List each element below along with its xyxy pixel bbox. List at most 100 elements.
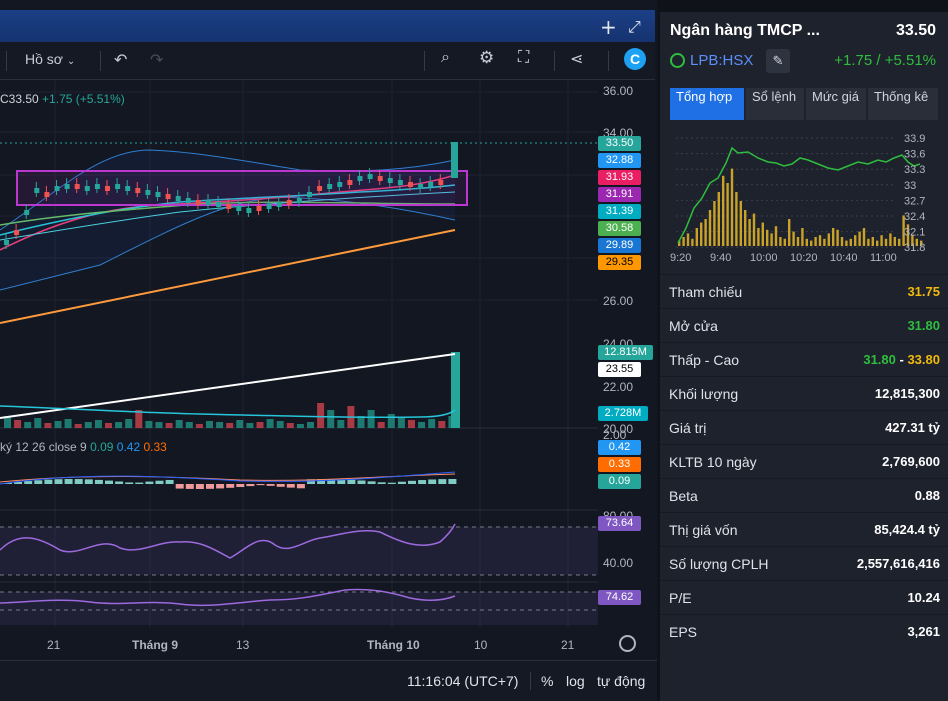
mini-volume-bar [695,228,698,246]
price-chart[interactable] [0,80,657,660]
gear-icon[interactable]: ⚙ [479,48,494,68]
candle-body [145,190,151,195]
macd-bar [357,480,366,484]
stats-row: Khối lượng 12,815,300 [660,376,948,410]
stats-label: Khối lượng [669,386,739,402]
axis-settings-icon[interactable] [619,635,636,652]
mini-volume-bar [744,210,747,246]
tab-label: Thống kê [874,89,929,104]
candle-body [165,194,171,199]
candle-body [307,192,312,197]
price-tag: 32.88 [598,153,641,168]
price-tag: 31.39 [598,204,641,219]
tab-overview[interactable]: Tổng hợp [670,88,744,120]
x-axis-label: Tháng 10 [367,638,420,652]
macd-params: 12 26 close 9 [15,440,87,454]
add-icon[interactable]: + [600,15,617,39]
mini-y-label: 33 [904,180,916,192]
stoch-band [0,592,598,625]
stats-row: KLTB 10 ngày 2,769,600 [660,444,948,478]
candle-body [367,174,373,179]
logo-icon[interactable]: C [624,48,646,70]
stats-label: Beta [669,488,698,504]
candle-body [195,200,201,205]
mini-volume-bar [884,238,888,246]
expand-icon[interactable]: ⤢ [628,17,641,37]
candle-body [337,182,343,187]
candle-body [84,186,90,191]
tab-label: Tổng hợp [676,89,733,104]
stats-label: Giá trị [669,420,707,436]
log-toggle[interactable]: log [566,673,585,689]
axis-tick: 40.00 [603,556,634,570]
percent-toggle[interactable]: % [541,673,553,689]
mini-volume-bar [849,238,852,246]
mini-y-label: 32.1 [904,227,925,239]
volume-bar [175,420,183,428]
pencil-icon[interactable]: ✎ [766,49,790,73]
stats-label: Số lượng CPLH [669,556,769,572]
volume-bar [337,420,345,428]
volume-bar [418,422,426,428]
candle-body [14,230,20,235]
mini-volume-bar [810,240,813,246]
volume-bar [125,419,133,428]
volume-bar [206,421,213,428]
stats-value: 10.24 [907,590,940,605]
toolbar-separator [6,51,7,71]
macd-bar [397,481,406,484]
toolbar-separator [554,51,555,71]
share-icon[interactable]: ⋖ [570,49,583,69]
chart-title-bar: + ⤢ [0,10,655,42]
candle-body [256,206,262,211]
macd-bar [94,479,103,484]
price-tag: 30.58 [598,221,641,236]
stats-label: Thị giá vốn [669,522,738,538]
macd-bar [34,480,43,484]
stats-row: Thấp - Cao 31.80 - 33.80 [660,342,948,376]
toolbar-separator [424,51,425,71]
stats-row: EPS 3,261 [660,614,948,648]
tab-orderbook[interactable]: Sổ lệnh [746,88,804,120]
volume-bar [266,419,274,428]
mini-x-label: 10:20 [790,252,818,264]
tab-statistics[interactable]: Thống kê [868,88,938,120]
tab-price-levels[interactable]: Mức giá [806,88,866,120]
mini-y-label: 31.8 [904,242,925,254]
chart-toolbar: Hồ sơ ⌄ ↶ ↷ ⌕ ⚙ ⛶ ⋖ C [0,42,655,80]
price-legend: C33.50 +1.75 (+5.51%) [0,92,125,106]
undo-icon[interactable]: ↶ [114,50,127,70]
macd-tag: 0.09 [598,474,641,489]
volume-bar [438,421,446,428]
mini-volume-bar [788,219,791,246]
mini-volume-bar [700,222,703,246]
quote-tabs: Tổng hợp Sổ lệnh Mức giá Thống kê [670,88,938,120]
timezone-label[interactable]: 11:16:04 (UTC+7) [407,673,518,689]
macd-bar [387,482,396,484]
profile-label: Hồ sơ [25,51,63,67]
auto-toggle[interactable]: tự động [597,673,645,689]
mini-volume-bar [757,228,760,246]
mini-volume-bar [805,238,808,246]
macd-legend: ký 12 26 close 9 0.09 0.42 0.33 [0,440,167,454]
stats-value: 31.75 [907,284,940,299]
volume-bar [256,422,264,428]
candle-body [357,176,363,181]
quick-search-icon[interactable]: ⌕ [441,49,450,67]
macd-bar [347,479,356,484]
macd-bar [256,484,265,486]
ticker-symbol[interactable]: LPB:HSX [690,52,753,69]
mini-volume-bar [898,238,901,246]
fullscreen-icon[interactable]: ⛶ [518,49,529,67]
stats-value: 427.31 tỷ [885,420,940,435]
volume-bar [296,424,304,428]
stats-row: Beta 0.88 [660,478,948,512]
mini-volume-bar [682,237,685,246]
price-tag: 29.35 [598,255,641,270]
legend-price: 33.50 [8,92,39,106]
mini-volume-bar [814,237,817,246]
bottom-bar: 11:16:04 (UTC+7) % log tự động [0,660,657,701]
x-axis-label: 21 [561,638,575,652]
last-candle-body [451,142,458,178]
profile-dropdown[interactable]: Hồ sơ ⌄ [25,51,75,67]
